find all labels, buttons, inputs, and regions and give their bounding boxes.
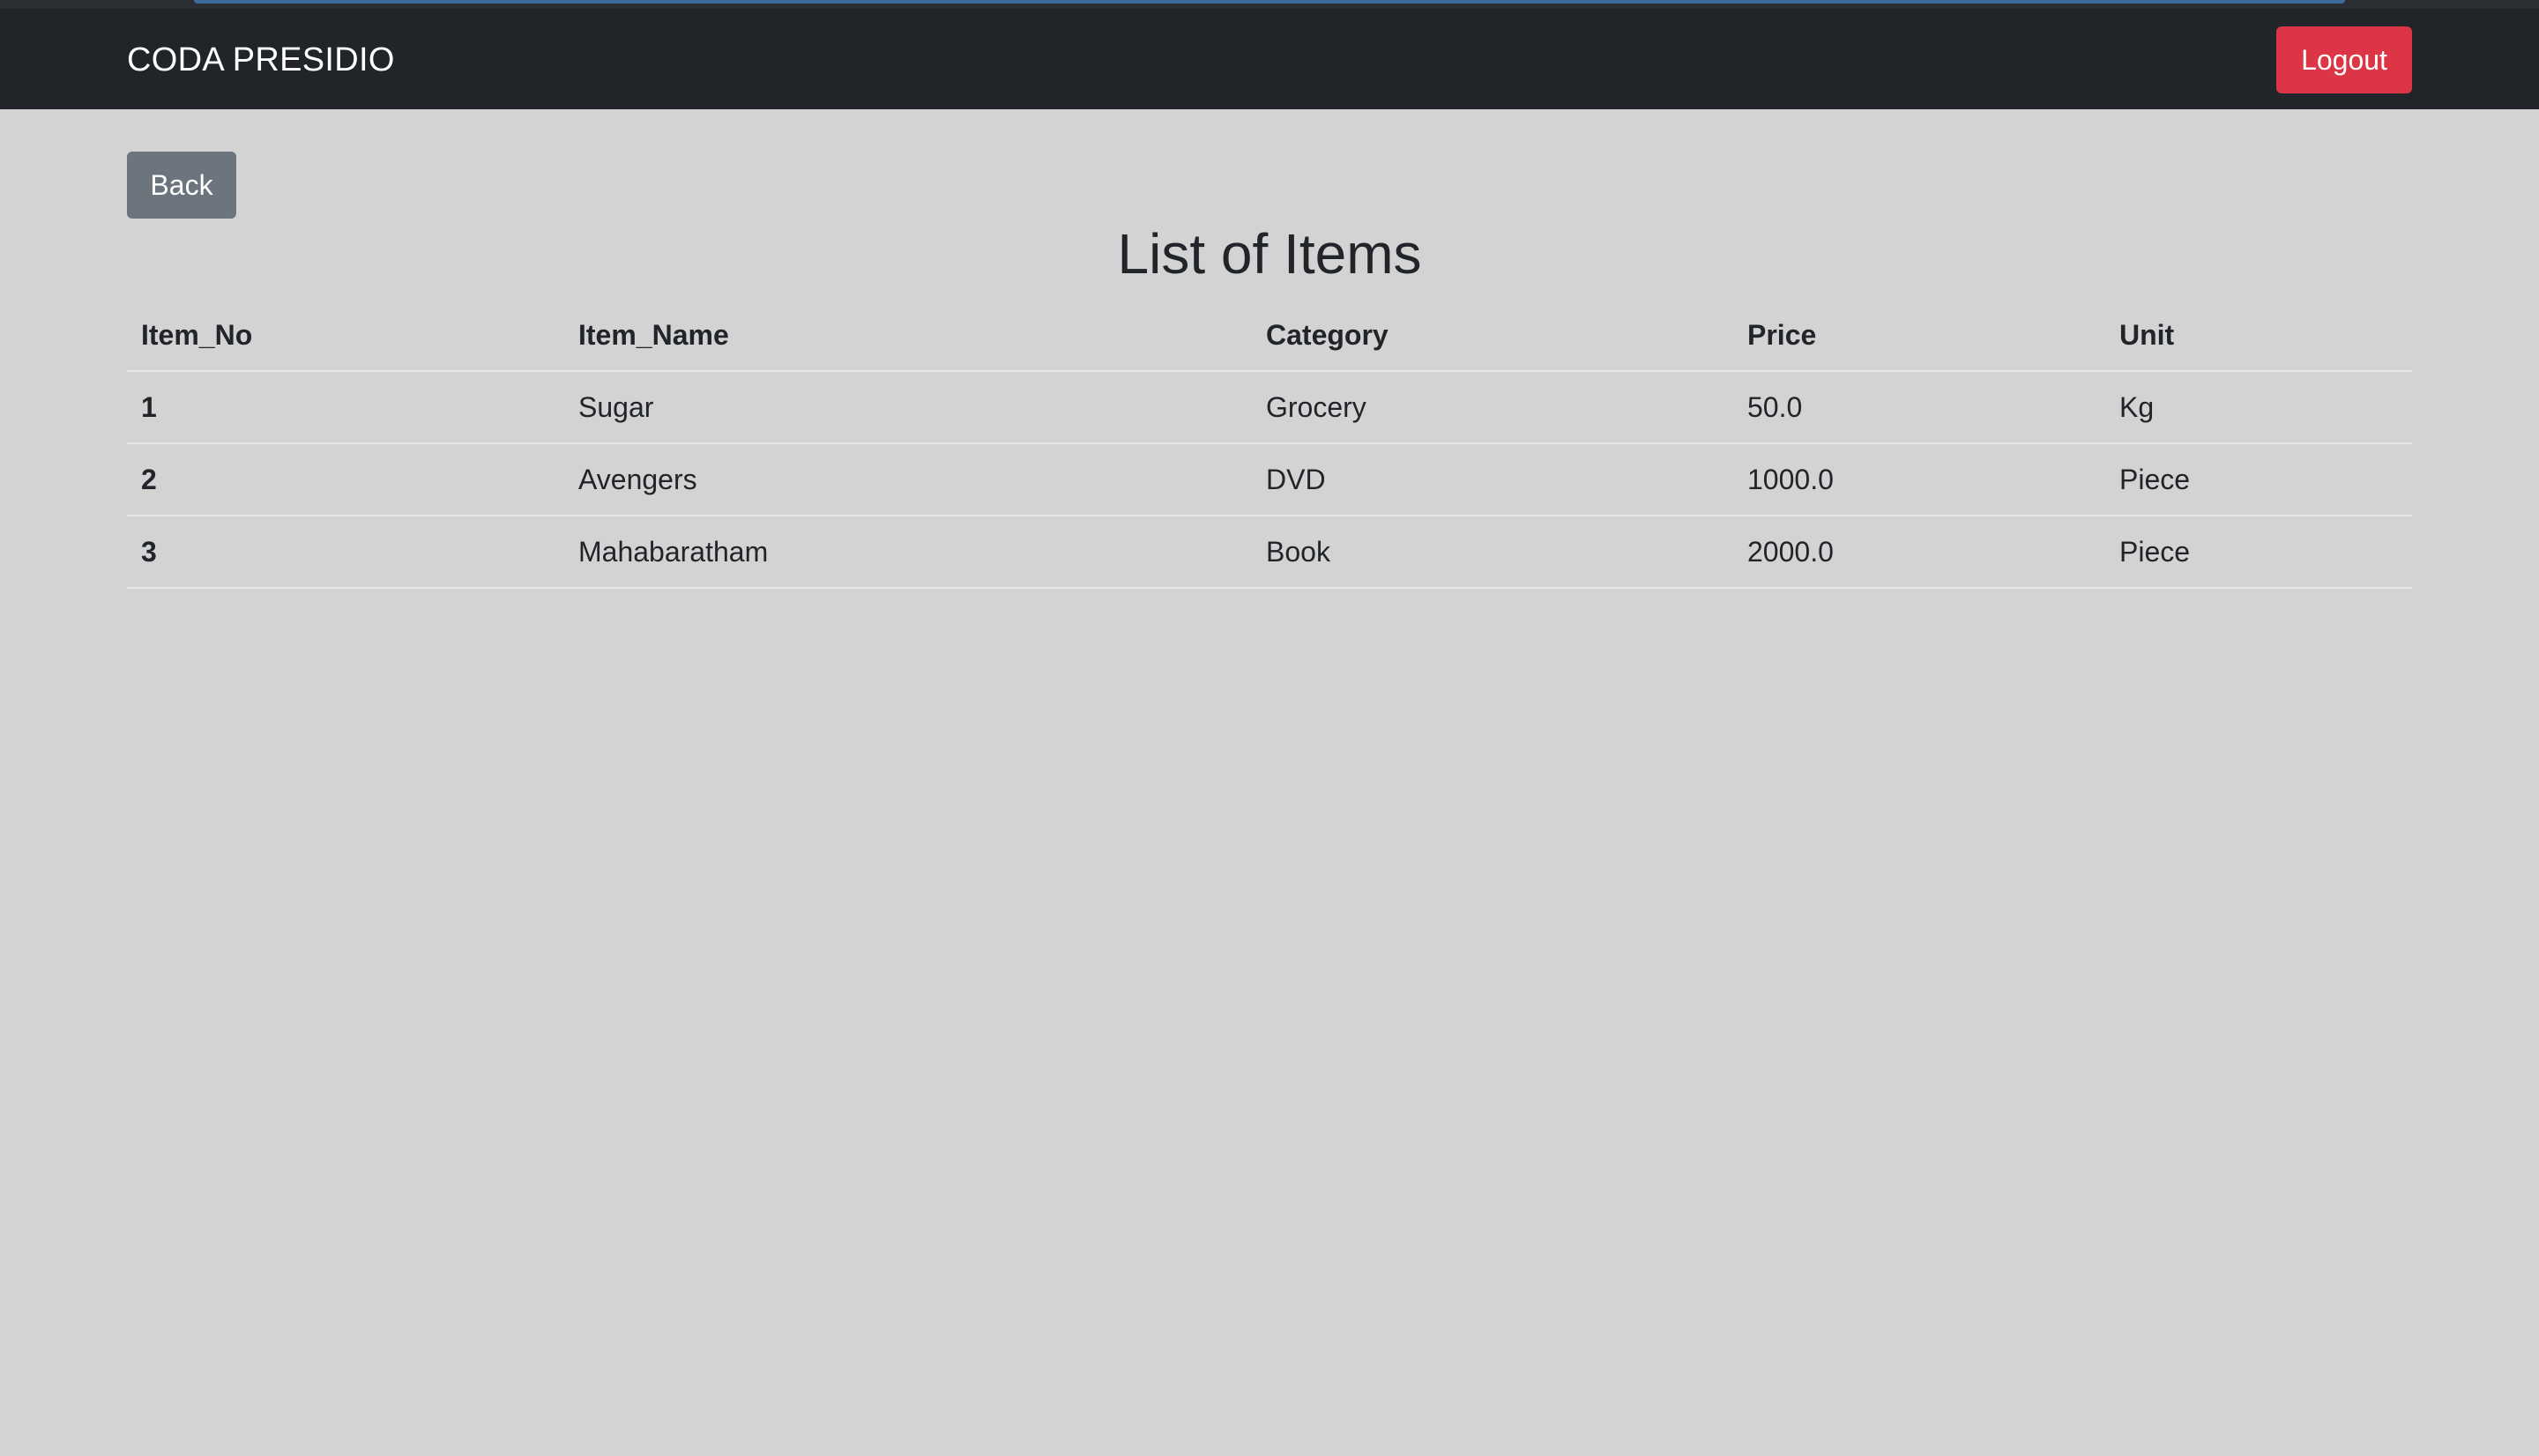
cell-item-name: Mahabaratham [564, 516, 1252, 589]
cell-price: 2000.0 [1733, 516, 2105, 589]
brand-title[interactable]: CODA PRESIDIO [127, 39, 395, 81]
back-button[interactable]: Back [127, 152, 236, 219]
header-unit: Unit [2105, 300, 2412, 372]
cell-category: Book [1252, 516, 1733, 589]
items-table: Item_No Item_Name Category Price Unit 1 … [127, 300, 2412, 589]
header-price: Price [1733, 300, 2105, 372]
cell-item-no: 3 [127, 516, 564, 589]
cell-item-no: 1 [127, 371, 564, 444]
page-title: List of Items [1117, 222, 1422, 286]
cell-item-no: 2 [127, 443, 564, 516]
cell-item-name: Sugar [564, 371, 1252, 444]
loading-indicator [194, 0, 2345, 4]
table-row: 2 Avengers DVD 1000.0 Piece [127, 443, 2412, 516]
cell-item-name: Avengers [564, 443, 1252, 516]
table-row: 3 Mahabaratham Book 2000.0 Piece [127, 516, 2412, 589]
cell-price: 1000.0 [1733, 443, 2105, 516]
navbar: CODA PRESIDIO Logout [0, 9, 2539, 109]
logout-button[interactable]: Logout [2276, 26, 2412, 93]
cell-unit: Kg [2105, 371, 2412, 444]
cell-category: Grocery [1252, 371, 1733, 444]
cell-unit: Piece [2105, 516, 2412, 589]
table-row: 1 Sugar Grocery 50.0 Kg [127, 371, 2412, 444]
header-item-name: Item_Name [564, 300, 1252, 372]
cell-category: DVD [1252, 443, 1733, 516]
header-item-no: Item_No [127, 300, 564, 372]
header-category: Category [1252, 300, 1733, 372]
cell-price: 50.0 [1733, 371, 2105, 444]
browser-top-strip [0, 0, 2539, 9]
cell-unit: Piece [2105, 443, 2412, 516]
table-header-row: Item_No Item_Name Category Price Unit [127, 300, 2412, 372]
